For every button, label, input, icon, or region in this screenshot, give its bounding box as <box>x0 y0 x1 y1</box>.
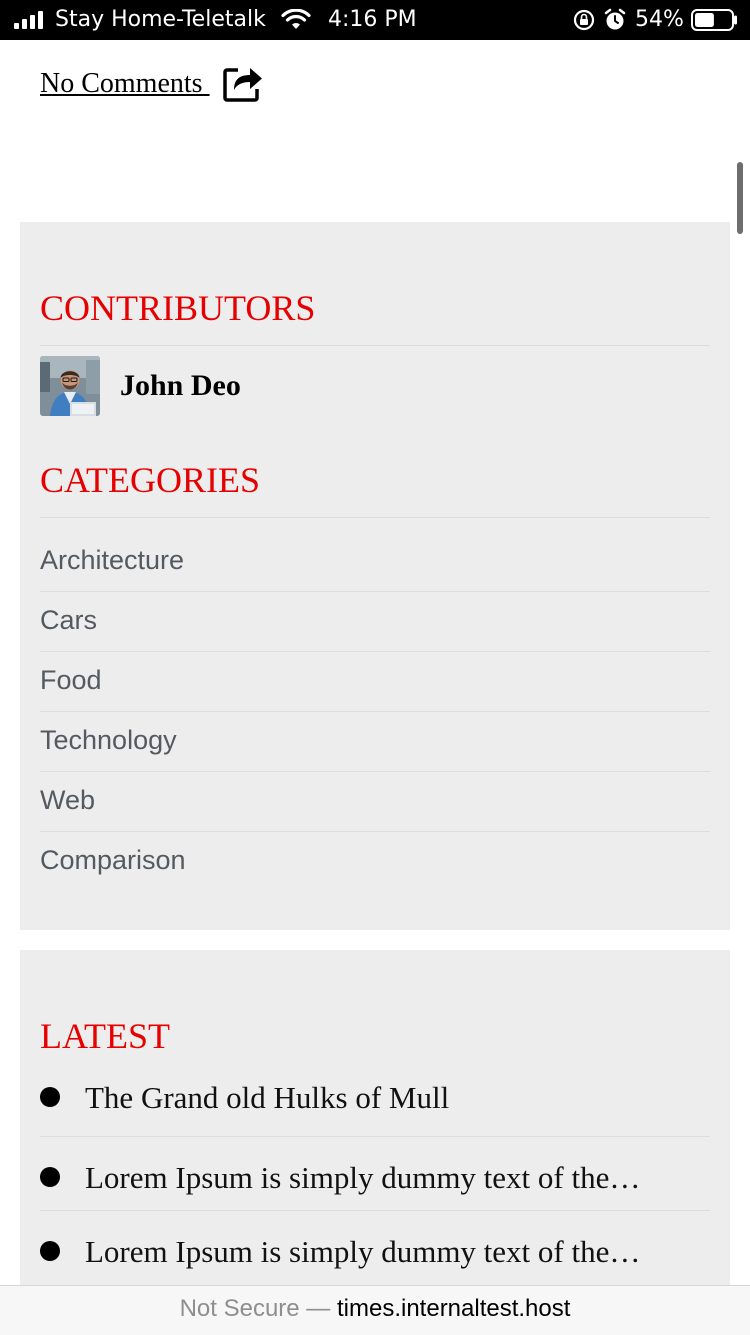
divider <box>40 517 710 518</box>
contributors-heading: CONTRIBUTORS <box>40 288 316 328</box>
latest-item[interactable]: Lorem Ipsum is simply dummy text of the… <box>40 1156 710 1206</box>
carrier-name: Stay Home-Teletalk <box>55 7 266 32</box>
latest-item-link[interactable]: The Grand old Hulks of Mull <box>85 1078 705 1118</box>
status-bar: Stay Home-Teletalk 4:16 PM 54% <box>0 0 750 40</box>
contributor-name[interactable]: John Deo <box>120 368 241 404</box>
latest-item-link[interactable]: Lorem Ipsum is simply dummy text of the… <box>85 1232 705 1272</box>
category-link-food[interactable]: Food <box>40 650 710 710</box>
divider <box>40 345 710 346</box>
clock-time: 4:16 PM <box>328 7 417 32</box>
alarm-icon <box>604 8 626 30</box>
battery-percentage: 54% <box>635 7 684 32</box>
avatar[interactable] <box>40 356 100 416</box>
categories-heading: CATEGORIES <box>40 460 261 500</box>
divider <box>40 1210 710 1211</box>
latest-item[interactable]: The Grand old Hulks of Mull <box>40 1076 710 1126</box>
category-link-technology[interactable]: Technology <box>40 710 710 770</box>
orientation-lock-icon <box>573 9 595 31</box>
url-domain[interactable]: times.internaltest.host <box>337 1295 570 1322</box>
category-link-architecture[interactable]: Architecture <box>40 530 710 590</box>
security-label: Not Secure — <box>179 1295 331 1322</box>
bullet-icon <box>40 1241 60 1261</box>
bullet-icon <box>40 1167 60 1187</box>
wifi-icon <box>281 9 311 29</box>
signal-icon <box>14 11 43 29</box>
share-icon[interactable] <box>222 61 264 103</box>
page-scrollbar[interactable] <box>737 162 743 234</box>
comments-link[interactable]: No Comments <box>40 68 210 100</box>
category-link-comparison[interactable]: Comparison <box>40 830 710 890</box>
divider <box>40 1136 710 1137</box>
category-link-cars[interactable]: Cars <box>40 590 710 650</box>
browser-address-bar[interactable]: Not Secure — times.internaltest.host <box>0 1285 750 1335</box>
latest-heading: LATEST <box>40 1016 170 1056</box>
latest-item-link[interactable]: Lorem Ipsum is simply dummy text of the… <box>85 1158 705 1198</box>
contributor-item[interactable]: John Deo <box>40 356 710 416</box>
latest-item[interactable]: Lorem Ipsum is simply dummy text of the… <box>40 1230 710 1280</box>
category-link-web[interactable]: Web <box>40 770 710 830</box>
bullet-icon <box>40 1087 60 1107</box>
battery-icon <box>691 9 737 31</box>
